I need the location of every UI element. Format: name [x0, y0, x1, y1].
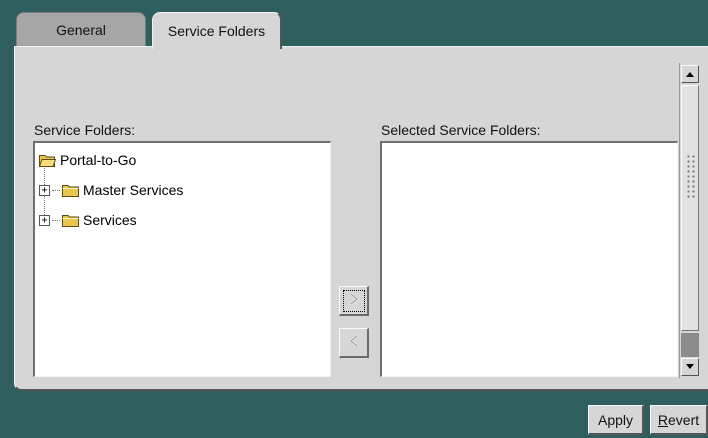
apply-button[interactable]: Apply [588, 405, 644, 435]
scroll-down-button[interactable] [681, 358, 699, 376]
revert-button-label: evert [668, 411, 700, 428]
tree-node-label: Services [83, 212, 137, 228]
folder-icon [62, 214, 79, 227]
chevron-right-icon [347, 292, 361, 309]
revert-mnemonic: R [657, 411, 668, 428]
remove-from-selected-button[interactable] [339, 328, 369, 358]
revert-button[interactable]: Revert [650, 405, 708, 435]
tab-general[interactable]: General [16, 12, 146, 46]
add-to-selected-button[interactable] [339, 286, 369, 316]
folder-icon [62, 184, 79, 197]
scrollbar-track[interactable] [681, 333, 699, 357]
expand-icon[interactable]: + [39, 214, 50, 226]
vertical-scrollbar[interactable] [679, 63, 699, 378]
tree-node-services[interactable]: + Services [39, 209, 137, 231]
tree-node-portal-to-go[interactable]: Portal-to-Go [39, 149, 136, 171]
selected-service-folders-list[interactable] [380, 141, 678, 377]
tree-node-label: Master Services [83, 182, 184, 198]
arrow-down-icon [686, 364, 694, 369]
arrow-up-icon [686, 72, 694, 77]
tree-connector [52, 219, 60, 221]
selected-service-folders-label: Selected Service Folders: [381, 122, 541, 138]
tab-general-label: General [56, 21, 106, 38]
scroll-up-button[interactable] [681, 65, 699, 83]
scrollbar-thumb[interactable] [681, 85, 699, 331]
tree-connector [52, 189, 60, 191]
service-folders-label: Service Folders: [34, 122, 136, 138]
grip-icon [686, 154, 696, 198]
expand-icon[interactable]: + [39, 184, 50, 196]
tab-service-folders[interactable]: Service Folders [152, 12, 282, 49]
service-folders-tree[interactable]: Portal-to-Go + Master Services + Service… [33, 141, 331, 377]
tree-node-master-services[interactable]: + Master Services [39, 179, 183, 201]
open-folder-icon [39, 154, 56, 167]
tree-node-label: Portal-to-Go [60, 152, 137, 168]
chevron-left-icon [347, 334, 361, 351]
tab-service-folders-label: Service Folders [167, 23, 266, 39]
apply-button-label: Apply [597, 411, 634, 428]
